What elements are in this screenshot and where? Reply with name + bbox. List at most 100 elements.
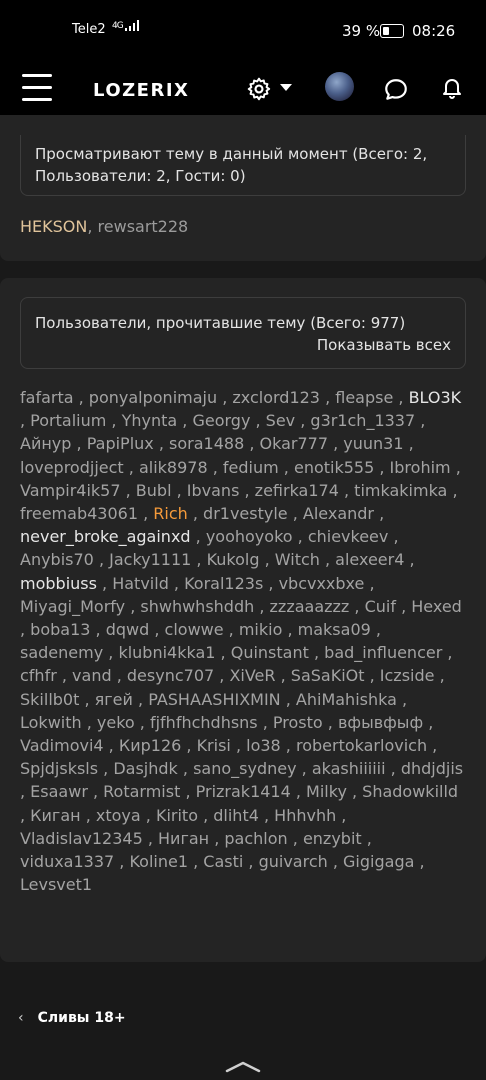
user-link[interactable]: rewsart228	[98, 217, 189, 236]
user-link[interactable]: vand	[72, 666, 112, 685]
user-link[interactable]: vbcvxxbxe	[279, 574, 365, 593]
user-link[interactable]: Ibvans	[187, 481, 240, 500]
user-link[interactable]: lo38	[246, 736, 281, 755]
user-link[interactable]: zzzaaazzz	[270, 597, 350, 616]
user-link[interactable]: never_broke_againxd	[20, 527, 191, 546]
user-link[interactable]: Hexed	[411, 597, 462, 616]
user-link[interactable]: alexeer4	[335, 550, 404, 569]
user-link[interactable]: dliht4	[213, 806, 259, 825]
user-link[interactable]: Portalium	[30, 411, 106, 430]
user-link[interactable]: clowwe	[165, 620, 224, 639]
user-link[interactable]: PASHAASHIXMIN	[148, 690, 280, 709]
user-link[interactable]: guivarch	[259, 852, 328, 871]
user-link[interactable]: zefirka174	[255, 481, 339, 500]
user-link[interactable]: Koline1	[129, 852, 188, 871]
user-link[interactable]: PapiPlux	[87, 434, 154, 453]
breadcrumb[interactable]: ‹ Сливы 18+	[18, 1010, 126, 1026]
user-link[interactable]: klubni4kka1	[118, 643, 215, 662]
user-link[interactable]: freemab43061	[20, 504, 138, 523]
user-link[interactable]: chievkeev	[308, 527, 389, 546]
user-link[interactable]: Кир126	[119, 736, 181, 755]
chat-icon[interactable]	[383, 77, 409, 103]
menu-icon[interactable]	[22, 74, 52, 102]
user-link[interactable]: Bubl	[136, 481, 172, 500]
user-link[interactable]: yoohoyoko	[206, 527, 293, 546]
user-link[interactable]: BLO3K	[409, 388, 462, 407]
user-link[interactable]: Miyagi_Morfy	[20, 597, 125, 616]
user-link[interactable]: bad_influencer	[324, 643, 442, 662]
user-link[interactable]: loveprodjject	[20, 458, 124, 477]
user-link[interactable]: Gigigaga	[343, 852, 414, 871]
user-link[interactable]: desync707	[127, 666, 214, 685]
user-link[interactable]: boba13	[30, 620, 90, 639]
user-link[interactable]: Yhynta	[122, 411, 178, 430]
user-link[interactable]: dhdjdjis	[401, 759, 463, 778]
user-link[interactable]: Prizrak1414	[196, 782, 291, 801]
user-link[interactable]: g3r1ch_1337	[310, 411, 415, 430]
user-link[interactable]: Milky	[306, 782, 347, 801]
user-link[interactable]: fjfhfhchdhsns	[150, 713, 258, 732]
gear-icon[interactable]	[246, 76, 272, 102]
user-link[interactable]: Kukolg	[207, 550, 260, 569]
user-link[interactable]: Levsvet1	[20, 875, 92, 894]
user-link[interactable]: robertokarlovich	[296, 736, 427, 755]
user-link[interactable]: Киган	[30, 806, 80, 825]
user-link[interactable]: sora1488	[169, 434, 244, 453]
user-link[interactable]: Ibrohim	[390, 458, 451, 477]
user-link[interactable]: Georgy	[192, 411, 250, 430]
chevron-down-icon[interactable]	[280, 84, 292, 91]
user-link[interactable]: shwhwhshddh	[140, 597, 254, 616]
user-link[interactable]: Jacky1111	[109, 550, 191, 569]
user-link[interactable]: Vampir4ik57	[20, 481, 121, 500]
user-link[interactable]: akashiiiiii	[312, 759, 386, 778]
site-logo[interactable]: LOZERIX	[93, 80, 189, 101]
user-link[interactable]: fedium	[223, 458, 279, 477]
user-link[interactable]: Ниган	[158, 829, 209, 848]
user-link[interactable]: ponyalponimaju	[89, 388, 217, 407]
user-link[interactable]: SaSaKiOt	[291, 666, 365, 685]
user-link[interactable]: Vadimovi4	[20, 736, 104, 755]
user-link[interactable]: Iczside	[380, 666, 435, 685]
user-link[interactable]: alik8978	[139, 458, 208, 477]
user-link[interactable]: Shadowkilld	[362, 782, 458, 801]
user-link[interactable]: Koral123s	[184, 574, 263, 593]
user-link[interactable]: Witch	[275, 550, 320, 569]
user-link[interactable]: yuun31	[343, 434, 403, 453]
user-link[interactable]: Vladislav12345	[20, 829, 143, 848]
user-link[interactable]: Quinstant	[231, 643, 309, 662]
user-link[interactable]: enotik555	[294, 458, 374, 477]
user-link[interactable]: Casti	[203, 852, 243, 871]
user-link[interactable]: Krisi	[197, 736, 231, 755]
user-link[interactable]: Sev	[266, 411, 295, 430]
bell-icon[interactable]	[440, 75, 464, 101]
user-link[interactable]: Prosto	[273, 713, 323, 732]
user-link[interactable]: timkakimka	[354, 481, 447, 500]
user-link[interactable]: dr1vestyle	[203, 504, 288, 523]
user-link[interactable]: ягей	[95, 690, 133, 709]
user-link[interactable]: Skillb0t	[20, 690, 79, 709]
chevron-up-icon[interactable]	[223, 1059, 263, 1073]
avatar[interactable]	[325, 72, 354, 101]
user-link[interactable]: Esaawr	[30, 782, 88, 801]
user-link[interactable]: Cuif	[365, 597, 396, 616]
user-link[interactable]: Lokwith	[20, 713, 82, 732]
user-link[interactable]: fleapse	[335, 388, 393, 407]
user-link[interactable]: viduxa1337	[20, 852, 114, 871]
user-link[interactable]: enzybit	[303, 829, 362, 848]
user-link[interactable]: Hatvild	[112, 574, 169, 593]
user-link[interactable]: Dasjhdk	[113, 759, 177, 778]
user-link[interactable]: pachlon	[224, 829, 287, 848]
user-link[interactable]: Rotarmist	[103, 782, 180, 801]
user-link[interactable]: xtoya	[96, 806, 141, 825]
user-link[interactable]: XiVeR	[229, 666, 275, 685]
user-link[interactable]: Anybis70	[20, 550, 94, 569]
user-link[interactable]: Okar777	[260, 434, 329, 453]
user-link[interactable]: mobbiuss	[20, 574, 97, 593]
user-link[interactable]: yeko	[97, 713, 135, 732]
user-link[interactable]: sadenemy	[20, 643, 103, 662]
user-link[interactable]: mikio	[239, 620, 283, 639]
user-link[interactable]: вфывфыф	[338, 713, 423, 732]
user-link[interactable]: Alexandr	[303, 504, 374, 523]
user-link[interactable]: Spjdjsksls	[20, 759, 98, 778]
user-link[interactable]: maksa09	[298, 620, 371, 639]
